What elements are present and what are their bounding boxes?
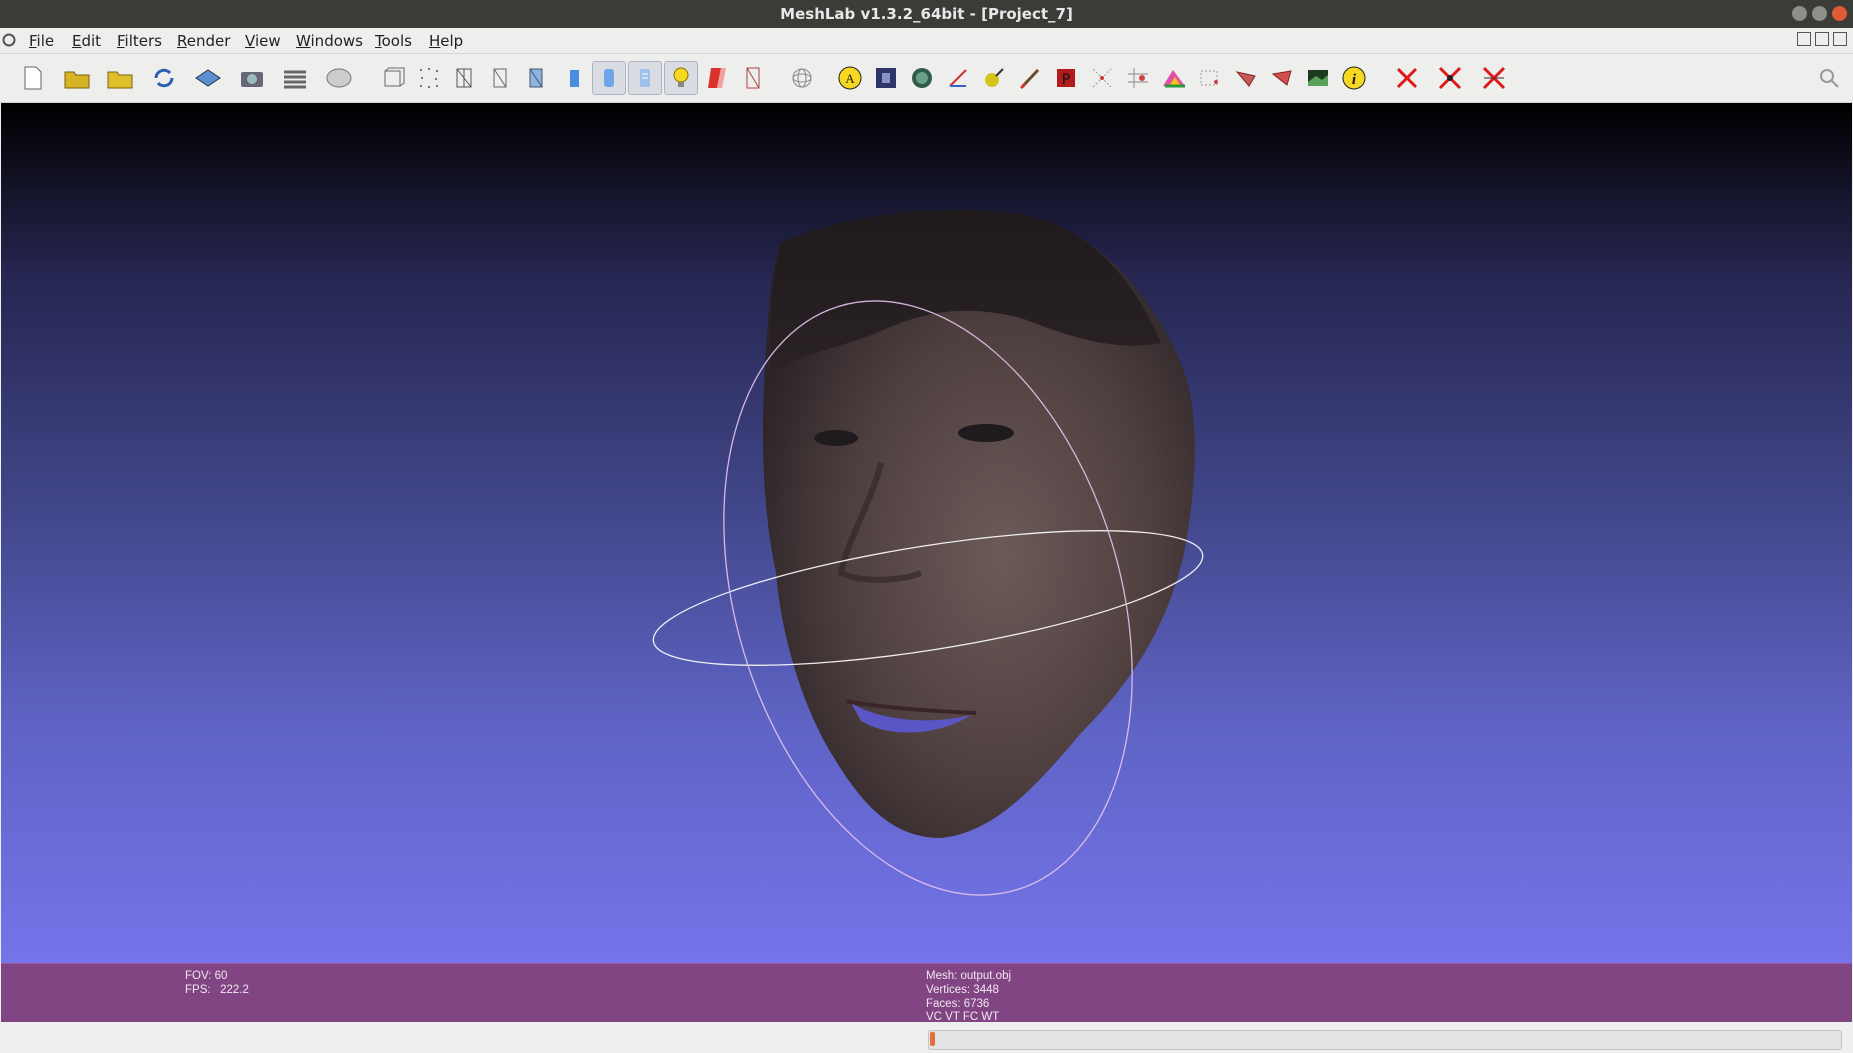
svg-text:P: P bbox=[1062, 72, 1070, 88]
light-icon[interactable] bbox=[664, 61, 698, 95]
raster-image-icon[interactable] bbox=[869, 61, 903, 95]
fps-readout: FPS: 222.2 bbox=[185, 984, 249, 996]
raster-icon[interactable] bbox=[322, 61, 356, 95]
texture-icon[interactable] bbox=[628, 61, 662, 95]
back-face-culling-icon[interactable] bbox=[736, 61, 770, 95]
bounding-box-icon[interactable] bbox=[377, 61, 411, 95]
open-project-icon[interactable] bbox=[60, 61, 94, 95]
left-eye bbox=[814, 430, 858, 446]
new-project-icon[interactable] bbox=[16, 61, 50, 95]
measure-tool-icon[interactable] bbox=[941, 61, 975, 95]
face-count: Faces: 6736 bbox=[926, 998, 990, 1010]
svg-text:A: A bbox=[845, 71, 855, 86]
hidden-lines-icon[interactable] bbox=[483, 61, 517, 95]
mdi-minimize-icon[interactable] bbox=[1797, 32, 1811, 46]
save-icon[interactable] bbox=[191, 61, 225, 95]
mdi-restore-icon[interactable] bbox=[1815, 32, 1829, 46]
progress-fill bbox=[930, 1032, 935, 1046]
menu-filters[interactable]: Filters bbox=[117, 32, 162, 50]
search-icon[interactable] bbox=[1812, 61, 1846, 95]
close-window-button[interactable] bbox=[1832, 6, 1847, 21]
delete-vertices-icon[interactable] bbox=[1433, 61, 1467, 95]
progress-bar bbox=[928, 1030, 1842, 1050]
menu-edit[interactable]: Edit bbox=[72, 32, 101, 50]
smooth-icon[interactable] bbox=[592, 61, 626, 95]
menu-help[interactable]: Help bbox=[429, 32, 463, 50]
sphere-texture-icon[interactable] bbox=[905, 61, 939, 95]
menu-tools[interactable]: Tools bbox=[375, 32, 412, 50]
menu-windows[interactable]: Windows bbox=[296, 32, 363, 50]
menu-view[interactable]: View bbox=[245, 32, 281, 50]
select-vertices-icon[interactable] bbox=[1085, 61, 1119, 95]
layers-icon[interactable] bbox=[278, 61, 312, 95]
annotate-icon[interactable]: A bbox=[833, 61, 867, 95]
z-painting-icon[interactable] bbox=[1301, 61, 1335, 95]
double-side-lighting-icon[interactable] bbox=[700, 61, 734, 95]
info-icon[interactable]: i bbox=[1337, 61, 1371, 95]
select-region-icon[interactable] bbox=[1193, 61, 1227, 95]
fov-readout: FOV: 60 bbox=[185, 970, 228, 982]
title-bar: MeshLab v1.3.2_64bit - [Project_7] bbox=[0, 0, 1853, 28]
trackball-icon[interactable] bbox=[785, 61, 819, 95]
align-icon[interactable] bbox=[1229, 61, 1263, 95]
snapshot-icon[interactable] bbox=[235, 61, 269, 95]
menu-bar: File Edit Filters Render View Windows To… bbox=[0, 28, 1853, 54]
window-title: MeshLab v1.3.2_64bit - [Project_7] bbox=[780, 5, 1073, 23]
menu-file[interactable]: File bbox=[29, 32, 54, 50]
import-mesh-icon[interactable] bbox=[103, 61, 137, 95]
wireframe-icon[interactable] bbox=[447, 61, 481, 95]
menu-render[interactable]: Render bbox=[177, 32, 230, 50]
select-faces-icon[interactable]: P bbox=[1049, 61, 1083, 95]
main-toolbar: A P i bbox=[0, 54, 1853, 103]
flat-icon[interactable] bbox=[557, 61, 591, 95]
delete-all-icon[interactable] bbox=[1477, 61, 1511, 95]
minimize-window-button[interactable] bbox=[1792, 6, 1807, 21]
delete-faces-icon[interactable] bbox=[1390, 61, 1424, 95]
color-paint-icon[interactable] bbox=[1157, 61, 1191, 95]
3d-viewport[interactable] bbox=[1, 103, 1852, 963]
paint-icon[interactable] bbox=[977, 61, 1011, 95]
reload-icon[interactable] bbox=[147, 61, 181, 95]
right-eye bbox=[958, 424, 1014, 442]
info-overlay: FOV: 60 FPS: 222.2 Mesh: output.obj Vert… bbox=[1, 963, 1852, 1023]
mesh-name: Mesh: output.obj bbox=[926, 970, 1012, 982]
vertex-count: Vertices: 3448 bbox=[926, 984, 999, 996]
maximize-window-button[interactable] bbox=[1812, 6, 1827, 21]
manipulator-icon[interactable] bbox=[1265, 61, 1299, 95]
select-connected-icon[interactable] bbox=[1121, 61, 1155, 95]
mdi-window-controls[interactable] bbox=[1790, 32, 1850, 48]
mdi-close-icon[interactable] bbox=[1833, 32, 1847, 46]
app-logo-icon bbox=[2, 33, 16, 47]
brush-icon[interactable] bbox=[1013, 61, 1047, 95]
flat-lines-icon[interactable] bbox=[519, 61, 553, 95]
mesh-render bbox=[652, 209, 1204, 896]
points-icon[interactable] bbox=[412, 61, 446, 95]
